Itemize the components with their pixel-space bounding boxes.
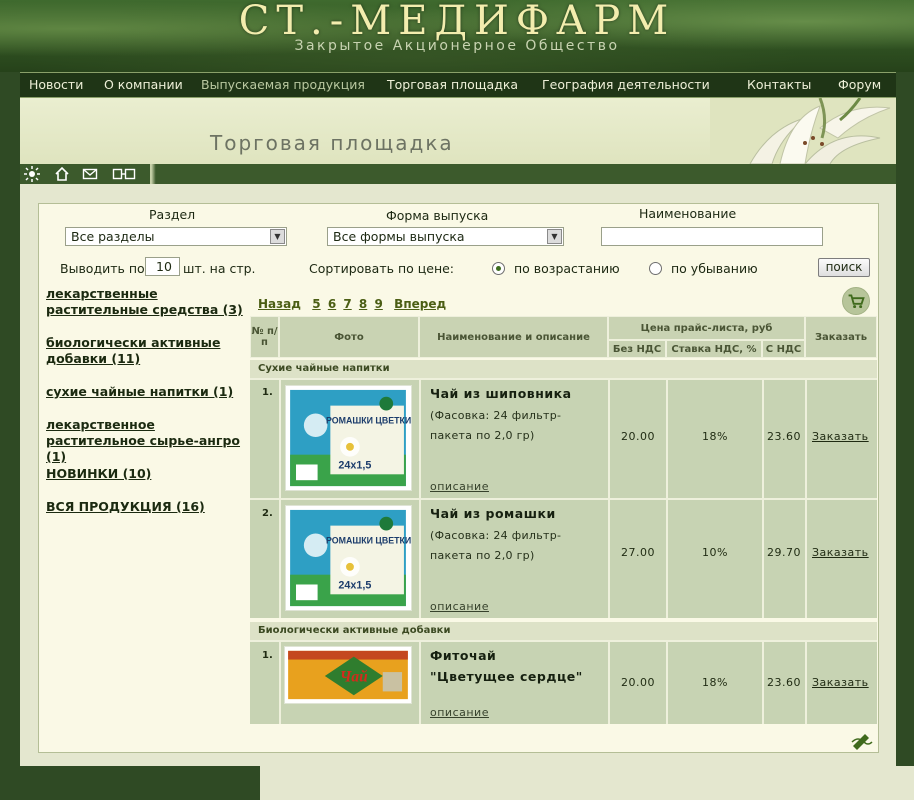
- nav-marketplace[interactable]: Торговая площадка: [387, 77, 518, 92]
- price-no-vat: 27.00: [621, 546, 655, 559]
- sort-asc-radio[interactable]: [492, 262, 505, 275]
- page-banner: Торговая площадка: [20, 98, 896, 164]
- section-label: Раздел: [149, 207, 196, 222]
- box-count: 24x1,5: [338, 579, 371, 591]
- home-icon[interactable]: [54, 166, 70, 182]
- sidebar-item-new[interactable]: НОВИНКИ (10): [46, 466, 250, 482]
- price-no-vat: 20.00: [621, 676, 655, 689]
- col-vat-rate-header: Ставка НДС, %: [666, 340, 762, 358]
- sort-label: Сортировать по цене:: [309, 261, 455, 276]
- product-name-line2: "Цветущее сердце": [430, 669, 583, 684]
- page-title: Торговая площадка: [210, 131, 454, 155]
- pager-page[interactable]: 9: [374, 297, 382, 311]
- name-label: Наименование: [639, 206, 737, 221]
- category-row: Биологически активные добавки: [250, 622, 877, 640]
- site-header: СТ.-МЕДИФАРМ Закрытое Акционерное Общест…: [0, 0, 914, 72]
- vat-rate: 18%: [702, 676, 728, 689]
- sort-desc-label: по убыванию: [671, 261, 758, 276]
- description-link[interactable]: описание: [430, 706, 489, 719]
- product-name: Чай из ромашки: [430, 506, 556, 521]
- col-order-header: Заказать: [805, 316, 877, 358]
- col-num-header: № п/п: [250, 316, 279, 358]
- form-label: Форма выпуска: [386, 208, 489, 223]
- price-with-vat: 29.70: [767, 546, 801, 559]
- col-price-header: Цена прайс-листа, руб: [608, 316, 805, 340]
- nav-contacts[interactable]: Контакты: [747, 77, 811, 92]
- chevron-down-icon: ▼: [547, 229, 562, 244]
- search-button[interactable]: поиск: [818, 258, 870, 277]
- product-photo[interactable]: Чай: [284, 646, 412, 704]
- vat-rate: 10%: [702, 546, 728, 559]
- order-link[interactable]: Заказать: [812, 430, 869, 443]
- lily-flower-image: [710, 98, 896, 164]
- order-link[interactable]: Заказать: [812, 546, 869, 559]
- section-select[interactable]: Все разделы ▼: [65, 227, 287, 246]
- col-photo-header: Фото: [279, 316, 419, 358]
- vat-rate: 18%: [702, 430, 728, 443]
- box-title: РОМАШКИ ЦВЕТКИ: [326, 535, 411, 545]
- description-link[interactable]: описание: [430, 600, 489, 613]
- per-page-prefix: Выводить по: [60, 261, 145, 276]
- order-link[interactable]: Заказать: [812, 676, 869, 689]
- pager-next[interactable]: Вперед: [394, 297, 446, 311]
- per-page-suffix: шт. на стр.: [183, 261, 256, 276]
- sitemap-icon[interactable]: [112, 166, 136, 182]
- sidebar-item-raw[interactable]: лекарственное растительное сырье-ангро (…: [46, 417, 250, 465]
- box-title: Чай: [340, 669, 368, 686]
- sidebar-item-herbal[interactable]: лекарственные растительные средства (3): [46, 286, 250, 318]
- sort-asc-label: по возрастанию: [514, 261, 620, 276]
- pager-page[interactable]: 6: [328, 297, 336, 311]
- sun-icon[interactable]: [24, 166, 40, 182]
- price-no-vat: 20.00: [621, 430, 655, 443]
- nav-products[interactable]: Выпускаемая продукция: [201, 77, 365, 92]
- col-with-vat-header: С НДС: [762, 340, 805, 358]
- nav-about[interactable]: О компании: [104, 77, 183, 92]
- price-with-vat: 23.60: [767, 676, 801, 689]
- main-nav: Новости О компании Выпускаемая продукция…: [20, 72, 896, 98]
- form-select[interactable]: Все формы выпуска ▼: [327, 227, 564, 246]
- per-page-input[interactable]: 10: [145, 257, 180, 276]
- nav-news[interactable]: Новости: [29, 77, 83, 92]
- category-row: Сухие чайные напитки: [250, 360, 877, 378]
- product-packaging: (Фасовка: 24 фильтр-пакета по 2,0 гр): [430, 529, 562, 562]
- nav-geography[interactable]: География деятельности: [542, 77, 710, 92]
- sort-desc-radio[interactable]: [649, 262, 662, 275]
- mail-icon[interactable]: [82, 166, 98, 182]
- chevron-down-icon: ▼: [270, 229, 285, 244]
- pager-page[interactable]: 8: [359, 297, 367, 311]
- tool-icons-bar: [20, 164, 896, 184]
- pager-page[interactable]: 7: [343, 297, 351, 311]
- col-name-header: Наименование и описание: [419, 316, 608, 358]
- row-number: 2.: [262, 508, 273, 519]
- brand-subtitle: Закрытое Акционерное Общество: [294, 38, 620, 54]
- product-name: Чай из шиповника: [430, 386, 572, 401]
- name-input[interactable]: [601, 227, 823, 246]
- box-count: 24x1,5: [338, 459, 371, 471]
- pager-prev[interactable]: Назад: [258, 297, 301, 311]
- product-name: Фиточай: [430, 648, 497, 663]
- nav-forum[interactable]: Форум: [838, 77, 881, 92]
- box-title: РОМАШКИ ЦВЕТКИ: [326, 415, 411, 425]
- pager-page[interactable]: 5: [312, 297, 320, 311]
- price-with-vat: 23.60: [767, 430, 801, 443]
- cart-icon[interactable]: [842, 287, 870, 315]
- product-packaging: (Фасовка: 24 фильтр-пакета по 2,0 гр): [430, 409, 562, 442]
- product-photo[interactable]: РОМАШКИ ЦВЕТКИ 24x1,5: [285, 385, 412, 491]
- sidebar-item-supplements[interactable]: биологически активные добавки (11): [46, 335, 250, 367]
- product-photo[interactable]: РОМАШКИ ЦВЕТКИ 24x1,5: [285, 505, 412, 611]
- sidebar-item-all[interactable]: ВСЯ ПРОДУКЦИЯ (16): [46, 499, 250, 515]
- description-link[interactable]: описание: [430, 480, 489, 493]
- pen-icon[interactable]: [850, 730, 874, 750]
- row-number: 1.: [262, 650, 273, 661]
- sidebar-item-teas[interactable]: сухие чайные напитки (1): [46, 384, 250, 400]
- pagination: Назад 5 6 7 8 9 Вперед: [258, 297, 449, 311]
- col-no-vat-header: Без НДС: [608, 340, 666, 358]
- row-number: 1.: [262, 387, 273, 398]
